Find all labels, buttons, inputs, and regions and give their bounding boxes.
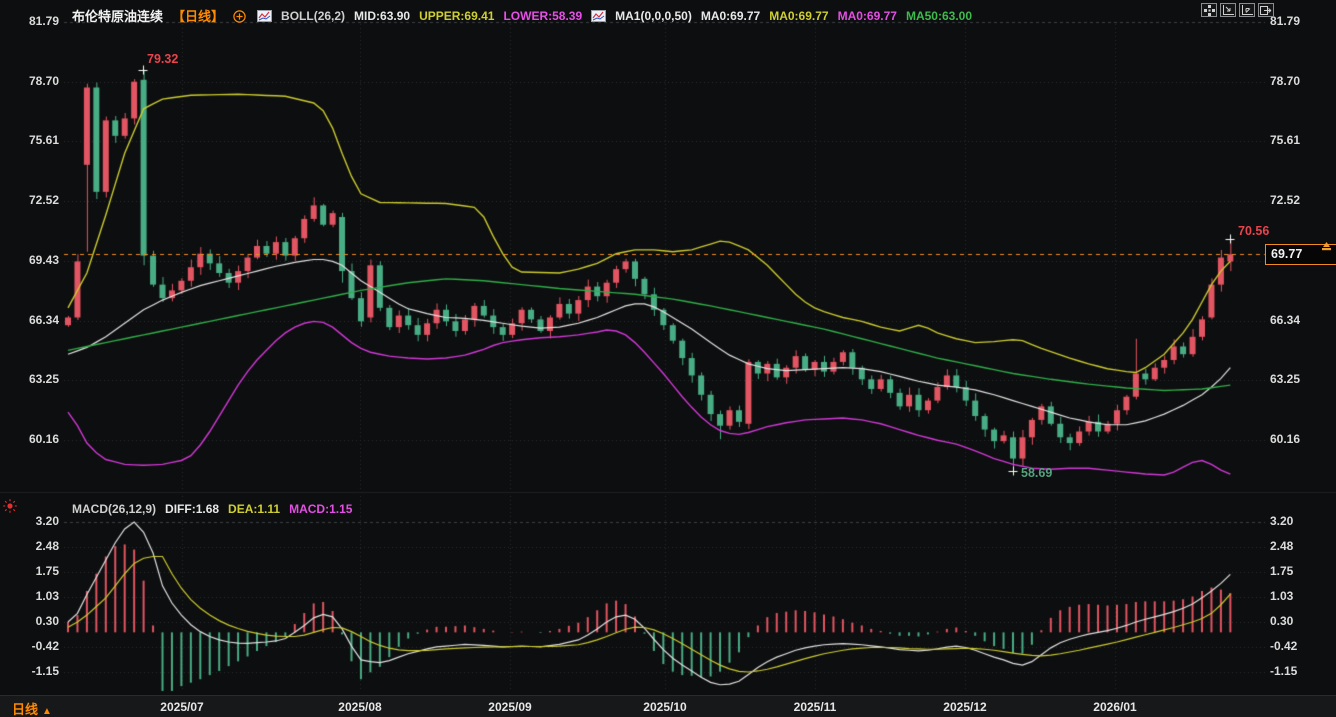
- period-selector[interactable]: 日线 ▲: [12, 699, 52, 717]
- boll-indicator-icon: [257, 9, 273, 22]
- price-arrow-icon: [1320, 240, 1333, 258]
- x-axis-label: 2025/12: [943, 700, 987, 714]
- y-axis-label: 66.34: [1270, 312, 1301, 327]
- symbol-title: 布伦特原油连续: [72, 9, 164, 24]
- x-axis-label: 2025/08: [338, 700, 382, 714]
- y-axis-label: 60.16: [28, 431, 59, 446]
- x-axis-label: 2025/11: [793, 700, 837, 714]
- y-axis-label: 69.43: [28, 252, 59, 267]
- y-axis-label: 81.79: [28, 14, 59, 28]
- scroll-to-latest-button[interactable]: [1258, 3, 1274, 17]
- y-axis-label: -0.42: [31, 638, 59, 653]
- y-axis-label: 72.52: [1270, 193, 1301, 208]
- ma0-white-readout: MA0:69.77: [700, 8, 761, 23]
- period-tag: 【日线】: [172, 9, 225, 24]
- chevron-up-icon: ▲: [42, 706, 52, 717]
- y-axis-label: -0.42: [1270, 638, 1298, 653]
- main-indicator-header: 布伦特原油连续 【日线】 BOLL(26,2) MID:63.90 UPPER:69.4…: [72, 6, 981, 25]
- boll-lower-readout: LOWER:58.39: [503, 8, 583, 23]
- x-axis-label: 2025/09: [488, 700, 532, 714]
- ma50-readout: MA50:63.00: [905, 8, 973, 23]
- y-axis-label: 78.70: [28, 73, 59, 88]
- chart-toolbar: [1201, 3, 1274, 17]
- crosshair-tool-button[interactable]: [1201, 3, 1217, 17]
- y-axis-label: 66.34: [28, 312, 59, 327]
- x-axis-label: 2026/01: [1093, 700, 1137, 714]
- y-axis-label: 3.20: [1270, 514, 1294, 528]
- y-axis-label: 1.03: [35, 588, 59, 603]
- ma0-yellow-readout: MA0:69.77: [769, 8, 829, 23]
- y-axis-label: 63.25: [28, 372, 59, 387]
- price-extreme-annotation: 79.32: [147, 52, 179, 66]
- y-axis-label: 3.20: [35, 514, 59, 528]
- macd-hist-readout: MACD:1.15: [289, 501, 353, 516]
- macd-params: MACD(26,12,9): [72, 501, 157, 516]
- ma0-magenta-readout: MA0:69.77: [837, 8, 897, 23]
- pan-right-icon: [1260, 5, 1272, 15]
- ma-indicator-icon: [591, 9, 607, 22]
- macd-right-value-axis: 3.20 2.48 1.75 1.03 0.30 -0.42 -1.15: [1269, 0, 1336, 717]
- y-axis-label: 1.75: [1270, 564, 1294, 578]
- time-axis-bar: 日线 ▲ 2025/07 2025/08 2025/09 2025/10 2025/11 2…: [0, 695, 1336, 717]
- y-axis-label: 75.61: [1270, 133, 1301, 148]
- zoom-fit-axis-button[interactable]: [1220, 3, 1236, 17]
- macd-indicator-header: MACD(26,12,9) DIFF:1.68 DEA:1.11 MACD:1.15: [72, 501, 361, 516]
- y-axis-label: 78.70: [1270, 73, 1301, 88]
- x-axis-label: 2025/07: [160, 700, 204, 714]
- boll-upper-readout: UPPER:69.41: [419, 8, 495, 23]
- boll-params: BOLL(26,2): [281, 8, 346, 23]
- price-extreme-annotation: 70.56: [1238, 224, 1270, 238]
- y-axis-label: 81.79: [1270, 14, 1301, 28]
- y-axis-label: 1.75: [35, 564, 59, 578]
- y-axis-label: -1.15: [31, 664, 59, 678]
- y-axis-label: 2.48: [35, 538, 59, 553]
- axis-scale-icon: [1242, 4, 1253, 15]
- y-axis-label: 1.03: [1270, 588, 1294, 603]
- y-axis-label: -1.15: [1270, 664, 1298, 678]
- y-axis-label: 75.61: [28, 133, 59, 148]
- main-chart-canvas[interactable]: [0, 0, 1336, 695]
- circle-plus-icon: [233, 9, 248, 23]
- macd-diff-readout: DIFF:1.68: [165, 501, 220, 516]
- y-axis-label: 0.30: [1270, 614, 1294, 628]
- y-axis-label: 2.48: [1270, 538, 1294, 553]
- period-label: 日线: [12, 702, 39, 717]
- chart-window: 布伦特原油连续 【日线】 BOLL(26,2) MID:63.90 UPPER:69.4…: [0, 0, 1336, 717]
- axis-fit-icon: [1223, 4, 1234, 15]
- ma-params: MA1(0,0,0,50): [615, 8, 692, 23]
- macd-dea-readout: DEA:1.11: [228, 501, 281, 516]
- y-axis-label: 0.30: [35, 614, 59, 628]
- x-axis-label: 2025/10: [643, 700, 687, 714]
- price-extreme-annotation: 58.69: [1021, 466, 1053, 480]
- last-price-value: 69.77: [1271, 247, 1303, 261]
- y-axis-label: 60.16: [1270, 431, 1301, 446]
- y-axis-label: 63.25: [1270, 372, 1301, 387]
- alert-icon[interactable]: [3, 499, 17, 518]
- auto-scale-axis-button[interactable]: [1239, 3, 1255, 17]
- y-axis-label: 72.52: [28, 193, 59, 208]
- crosshair-icon: [1203, 4, 1215, 16]
- macd-left-value-axis: 3.20 2.48 1.75 1.03 0.30 -0.42 -1.15: [0, 0, 62, 717]
- boll-mid-readout: MID:63.90: [354, 8, 411, 23]
